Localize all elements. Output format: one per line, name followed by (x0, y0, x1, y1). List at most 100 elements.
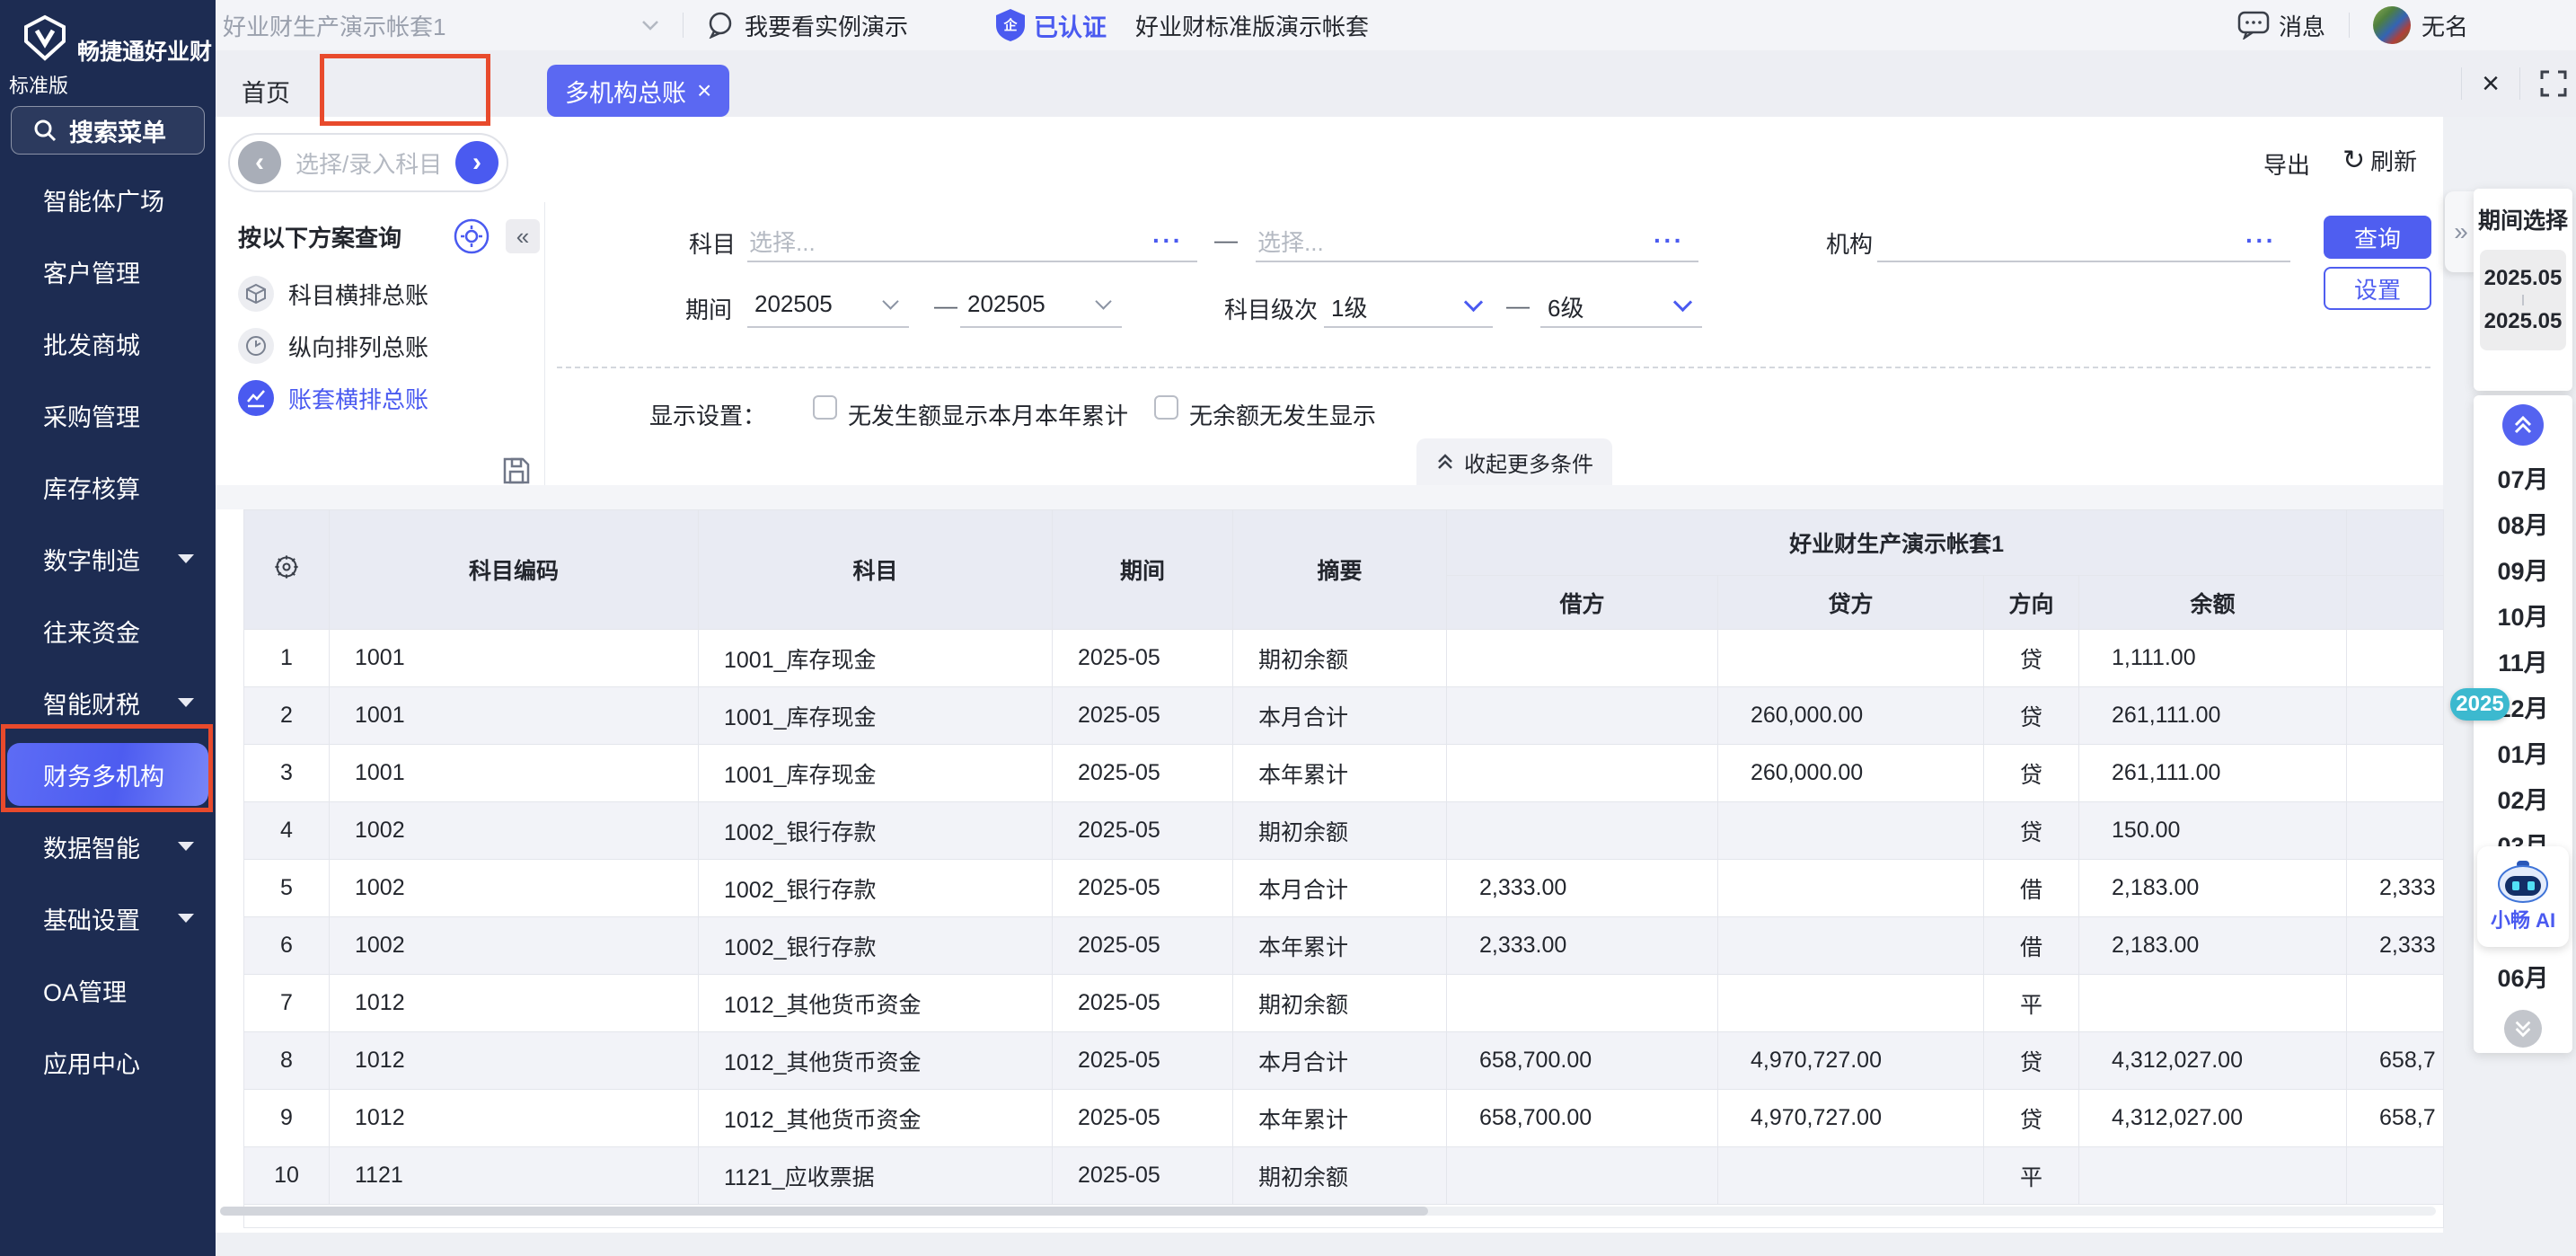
messages-button[interactable]: 消息 (2237, 9, 2325, 42)
close-icon[interactable]: × (2482, 68, 2500, 99)
column-header-direction[interactable]: 方向 (1984, 576, 2079, 630)
sidebar-item-智能财税[interactable]: 智能财税 (0, 667, 216, 739)
cell-credit: 4,970,727.00 (1718, 1032, 1984, 1090)
plan-item-vertical[interactable]: 纵向排列总账 (238, 328, 428, 364)
ellipsis-picker-icon[interactable]: ··· (2245, 226, 2276, 255)
sidebar-item-OA管理[interactable]: OA管理 (0, 954, 216, 1026)
sidebar-item-客户管理[interactable]: 客户管理 (0, 235, 216, 307)
cell-code: 1002 (330, 802, 699, 860)
month-item[interactable]: 07月 (2497, 455, 2548, 500)
svg-text:企: 企 (1003, 17, 1019, 33)
table-row[interactable]: 410021002_银行存款2025-05期初余额贷150.00 (244, 802, 2444, 860)
cell-credit: 260,000.00 (1718, 745, 1984, 802)
sidebar-item-采购管理[interactable]: 采购管理 (0, 379, 216, 451)
month-item[interactable]: 11月 (2498, 638, 2548, 684)
month-item[interactable]: 10月 (2497, 592, 2548, 638)
export-button[interactable]: 导出 (2263, 147, 2310, 181)
sidebar-item-数字制造[interactable]: 数字制造 (0, 523, 216, 595)
table-row[interactable]: 610021002_银行存款2025-05本年累计2,333.00借2,183.… (244, 917, 2444, 975)
table-row[interactable]: 210011001_库存现金2025-05本月合计260,000.00贷261,… (244, 687, 2444, 745)
demo-video-link[interactable]: 我要看实例演示 (707, 9, 908, 42)
column-header-credit[interactable]: 贷方 (1718, 576, 1984, 630)
fullscreen-icon[interactable] (2540, 70, 2567, 97)
account-set-dropdown[interactable]: 好业财生产演示帐套1 (223, 9, 659, 42)
search-menu-button[interactable]: 搜索菜单 (11, 106, 205, 155)
query-button[interactable]: 查询 (2324, 216, 2431, 259)
month-item[interactable]: 08月 (2497, 500, 2548, 546)
cell-direction: 平 (1984, 975, 2079, 1032)
collapse-more-conditions[interactable]: 收起更多条件 (1416, 438, 1612, 485)
checkbox-no-balance-label: 无余额无发生显示 (1189, 398, 1376, 431)
range-dash: — (1506, 292, 1530, 320)
group-header-accountset: 好业财生产演示帐套1 (1447, 510, 2347, 576)
sidebar-item-应用中心[interactable]: 应用中心 (0, 1026, 216, 1098)
table-row[interactable]: 710121012_其他货币资金2025-05期初余额平 (244, 975, 2444, 1032)
period-range-box[interactable]: 2025.05 2025.05 (2480, 250, 2566, 350)
scrollbar-thumb[interactable] (220, 1207, 1428, 1216)
column-settings-header[interactable] (244, 510, 330, 630)
sidebar-item-财务多机构[interactable]: 财务多机构 (7, 743, 208, 806)
cell-debit (1447, 975, 1718, 1032)
subject-picker[interactable]: ‹ 选择/录入科目 › (228, 133, 508, 192)
scroll-down-button[interactable] (2504, 1010, 2542, 1048)
gear-icon[interactable] (454, 218, 490, 254)
save-icon[interactable] (501, 456, 532, 486)
subject-to-input[interactable]: 选择... ··· (1256, 217, 1698, 262)
checkbox-no-balance[interactable] (1154, 395, 1178, 420)
ellipsis-picker-icon[interactable]: ··· (1152, 226, 1183, 255)
settings-button[interactable]: 设置 (2324, 267, 2431, 310)
column-header-account[interactable]: 科目 (699, 510, 1053, 630)
table-row[interactable]: 510021002_银行存款2025-05本月合计2,333.00借2,183.… (244, 860, 2444, 917)
prev-arrow-icon[interactable]: ‹ (238, 141, 281, 184)
month-item[interactable]: 02月 (2497, 775, 2548, 821)
sidebar-item-库存核算[interactable]: 库存核算 (0, 451, 216, 523)
comment-icon (707, 12, 736, 39)
avatar[interactable] (2373, 6, 2411, 44)
year-badge: 2025 (2450, 688, 2510, 721)
plan-item-subject-horizontal[interactable]: 科目横排总账 (238, 276, 428, 312)
verified-badge[interactable]: 企 已认证 (994, 8, 1107, 43)
month-item[interactable]: 09月 (2497, 546, 2548, 592)
cell-period: 2025-05 (1053, 917, 1233, 975)
column-header-code[interactable]: 科目编码 (330, 510, 699, 630)
column-header-period[interactable]: 期间 (1053, 510, 1233, 630)
table-row[interactable]: 810121012_其他货币资金2025-05本月合计658,700.004,9… (244, 1032, 2444, 1090)
next-arrow-icon[interactable]: › (455, 141, 498, 184)
month-item[interactable]: 01月 (2497, 730, 2548, 775)
month-item[interactable]: 06月 (2497, 953, 2548, 999)
column-header-summary[interactable]: 摘要 (1233, 510, 1447, 630)
column-header-debit[interactable]: 借方 (1447, 576, 1718, 630)
org-input[interactable]: ··· (1877, 217, 2290, 262)
column-header-balance[interactable]: 余额 (2079, 576, 2347, 630)
sidebar-item-批发商城[interactable]: 批发商城 (0, 307, 216, 379)
horizontal-scrollbar[interactable] (220, 1207, 2436, 1216)
period-panel-collapse-tab[interactable]: » (2445, 191, 2477, 272)
ai-assistant-widget[interactable]: 小畅 AI (2477, 846, 2569, 947)
period-to-select[interactable]: 202505 (960, 283, 1122, 328)
level-to-select[interactable]: 6级 (1540, 283, 1702, 328)
table-row[interactable]: 110011001_库存现金2025-05期初余额贷1,111.00 (244, 630, 2444, 687)
table-row[interactable]: 310011001_库存现金2025-05本年累计260,000.00贷261,… (244, 745, 2444, 802)
period-from-select[interactable]: 202505 (747, 283, 909, 328)
table-row[interactable]: 910121012_其他货币资金2025-05本年累计658,700.004,9… (244, 1090, 2444, 1147)
sidebar-item-智能体广场[interactable]: 智能体广场 (0, 164, 216, 235)
sidebar-item-基础设置[interactable]: 基础设置 (0, 882, 216, 954)
subject-from-input[interactable]: 选择... ··· (747, 217, 1197, 262)
refresh-button[interactable]: ↻ 刷新 (2342, 144, 2417, 177)
collapse-panel-button[interactable]: « (506, 219, 540, 253)
sidebar-item-数据智能[interactable]: 数据智能 (0, 810, 216, 882)
scroll-up-button[interactable] (2502, 404, 2544, 446)
divider (2461, 67, 2462, 100)
cell-credit (1718, 1147, 1984, 1205)
level-from-select[interactable]: 1级 (1324, 283, 1493, 328)
checkbox-no-activity[interactable] (813, 395, 837, 420)
sidebar-menu: 智能体广场客户管理批发商城采购管理库存核算数字制造往来资金智能财税财务多机构数据… (0, 164, 216, 1098)
tab-multi-org-ledger[interactable]: 多机构总账 × (547, 65, 729, 117)
plan-item-accountset-horizontal[interactable]: 账套横排总账 (238, 380, 428, 416)
cell-summary: 本月合计 (1233, 860, 1447, 917)
tab-close-icon[interactable]: × (697, 78, 711, 103)
ellipsis-picker-icon[interactable]: ··· (1654, 226, 1684, 255)
tab-home[interactable]: 首页 (242, 65, 290, 117)
table-row[interactable]: 1011211121_应收票据2025-05期初余额平 (244, 1147, 2444, 1205)
sidebar-item-往来资金[interactable]: 往来资金 (0, 595, 216, 667)
